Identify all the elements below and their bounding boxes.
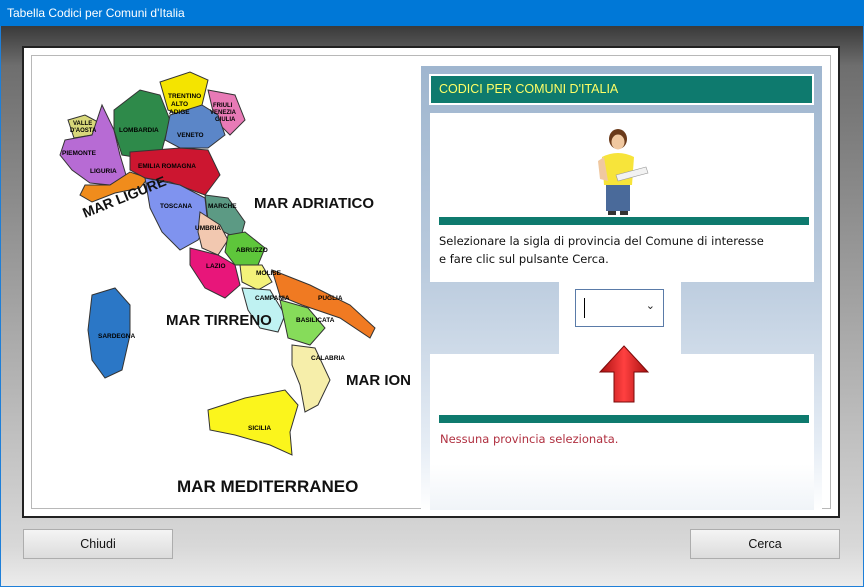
label-umbria: UMBRIA — [195, 225, 221, 232]
window-title: Tabella Codici per Comuni d'Italia — [0, 0, 864, 26]
arrow-up-icon — [598, 345, 650, 403]
divider-bottom — [439, 415, 809, 423]
label-marche: MARCHE — [208, 203, 237, 210]
status-text: Nessuna provincia selezionata. — [440, 432, 619, 446]
label-molise: MOLISE — [256, 270, 282, 277]
chevron-down-icon[interactable]: ⌄ — [646, 299, 655, 312]
person-reading-icon — [598, 129, 649, 215]
italy-map: VALLE D'AOSTA PIEMONTE LIGURIA LOMBARDIA… — [59, 71, 410, 496]
sea-ionio: MAR IONIO — [346, 372, 410, 389]
label-abruzzo: ABRUZZO — [236, 247, 268, 254]
label-campania: CAMPANIA — [255, 295, 290, 302]
sea-adriatico: MAR ADRIATICO — [254, 195, 374, 212]
instruction-line-2: e fare clic sul pulsante Cerca. — [439, 252, 609, 266]
label-piemonte: PIEMONTE — [62, 150, 97, 157]
sea-mediterraneo: MAR MEDITERRANEO — [177, 477, 358, 496]
label-sicilia: SICILIA — [248, 425, 271, 432]
app-window: Tabella Codici per Comuni d'Italia VALLE… — [0, 0, 864, 587]
region-molise — [239, 264, 273, 291]
label-valle-daosta-2: D'AOSTA — [70, 128, 97, 134]
label-lombardia: LOMBARDIA — [119, 127, 159, 134]
instruction-card: Selezionare la sigla di provincia del Co… — [430, 113, 814, 282]
label-adige: ADIGE — [169, 109, 190, 116]
sea-tirreno: MAR TIRRENO — [166, 312, 272, 329]
label-veneto: VENETO — [177, 132, 204, 139]
province-select[interactable]: ⌄ — [575, 289, 664, 327]
label-giulia: GIULIA — [215, 117, 236, 123]
search-panel: CODICI PER COMUNI D'ITALIA Selezionare l… — [421, 66, 822, 510]
label-trentino: TRENTINO — [168, 93, 201, 100]
label-liguria: LIGURIA — [90, 168, 117, 175]
text-caret — [584, 298, 585, 318]
label-lazio: LAZIO — [206, 263, 226, 270]
label-friuli: FRIULI — [213, 103, 233, 109]
label-toscana: TOSCANA — [160, 203, 192, 210]
divider-top — [439, 217, 809, 225]
label-alto: ALTO — [171, 101, 188, 108]
region-lombardia — [113, 89, 171, 159]
region-sicilia — [207, 389, 299, 456]
instruction-text: Selezionare la sigla di provincia del Co… — [439, 232, 809, 268]
label-calabria: CALABRIA — [311, 355, 345, 362]
label-valle-daosta: VALLE — [73, 121, 92, 127]
label-sardegna: SARDEGNA — [98, 333, 136, 340]
label-puglia: PUGLIA — [318, 295, 343, 302]
result-card: Nessuna provincia selezionata. — [430, 345, 814, 510]
panel-header: CODICI PER COMUNI D'ITALIA — [429, 74, 814, 105]
close-button[interactable]: Chiudi — [23, 529, 173, 559]
instruction-line-1: Selezionare la sigla di provincia del Co… — [439, 234, 764, 248]
label-emilia: EMILIA ROMAGNA — [138, 163, 196, 170]
search-button[interactable]: Cerca — [690, 529, 840, 559]
label-venezia: VENEZIA — [210, 110, 237, 116]
label-basilicata: BASILICATA — [296, 317, 335, 324]
